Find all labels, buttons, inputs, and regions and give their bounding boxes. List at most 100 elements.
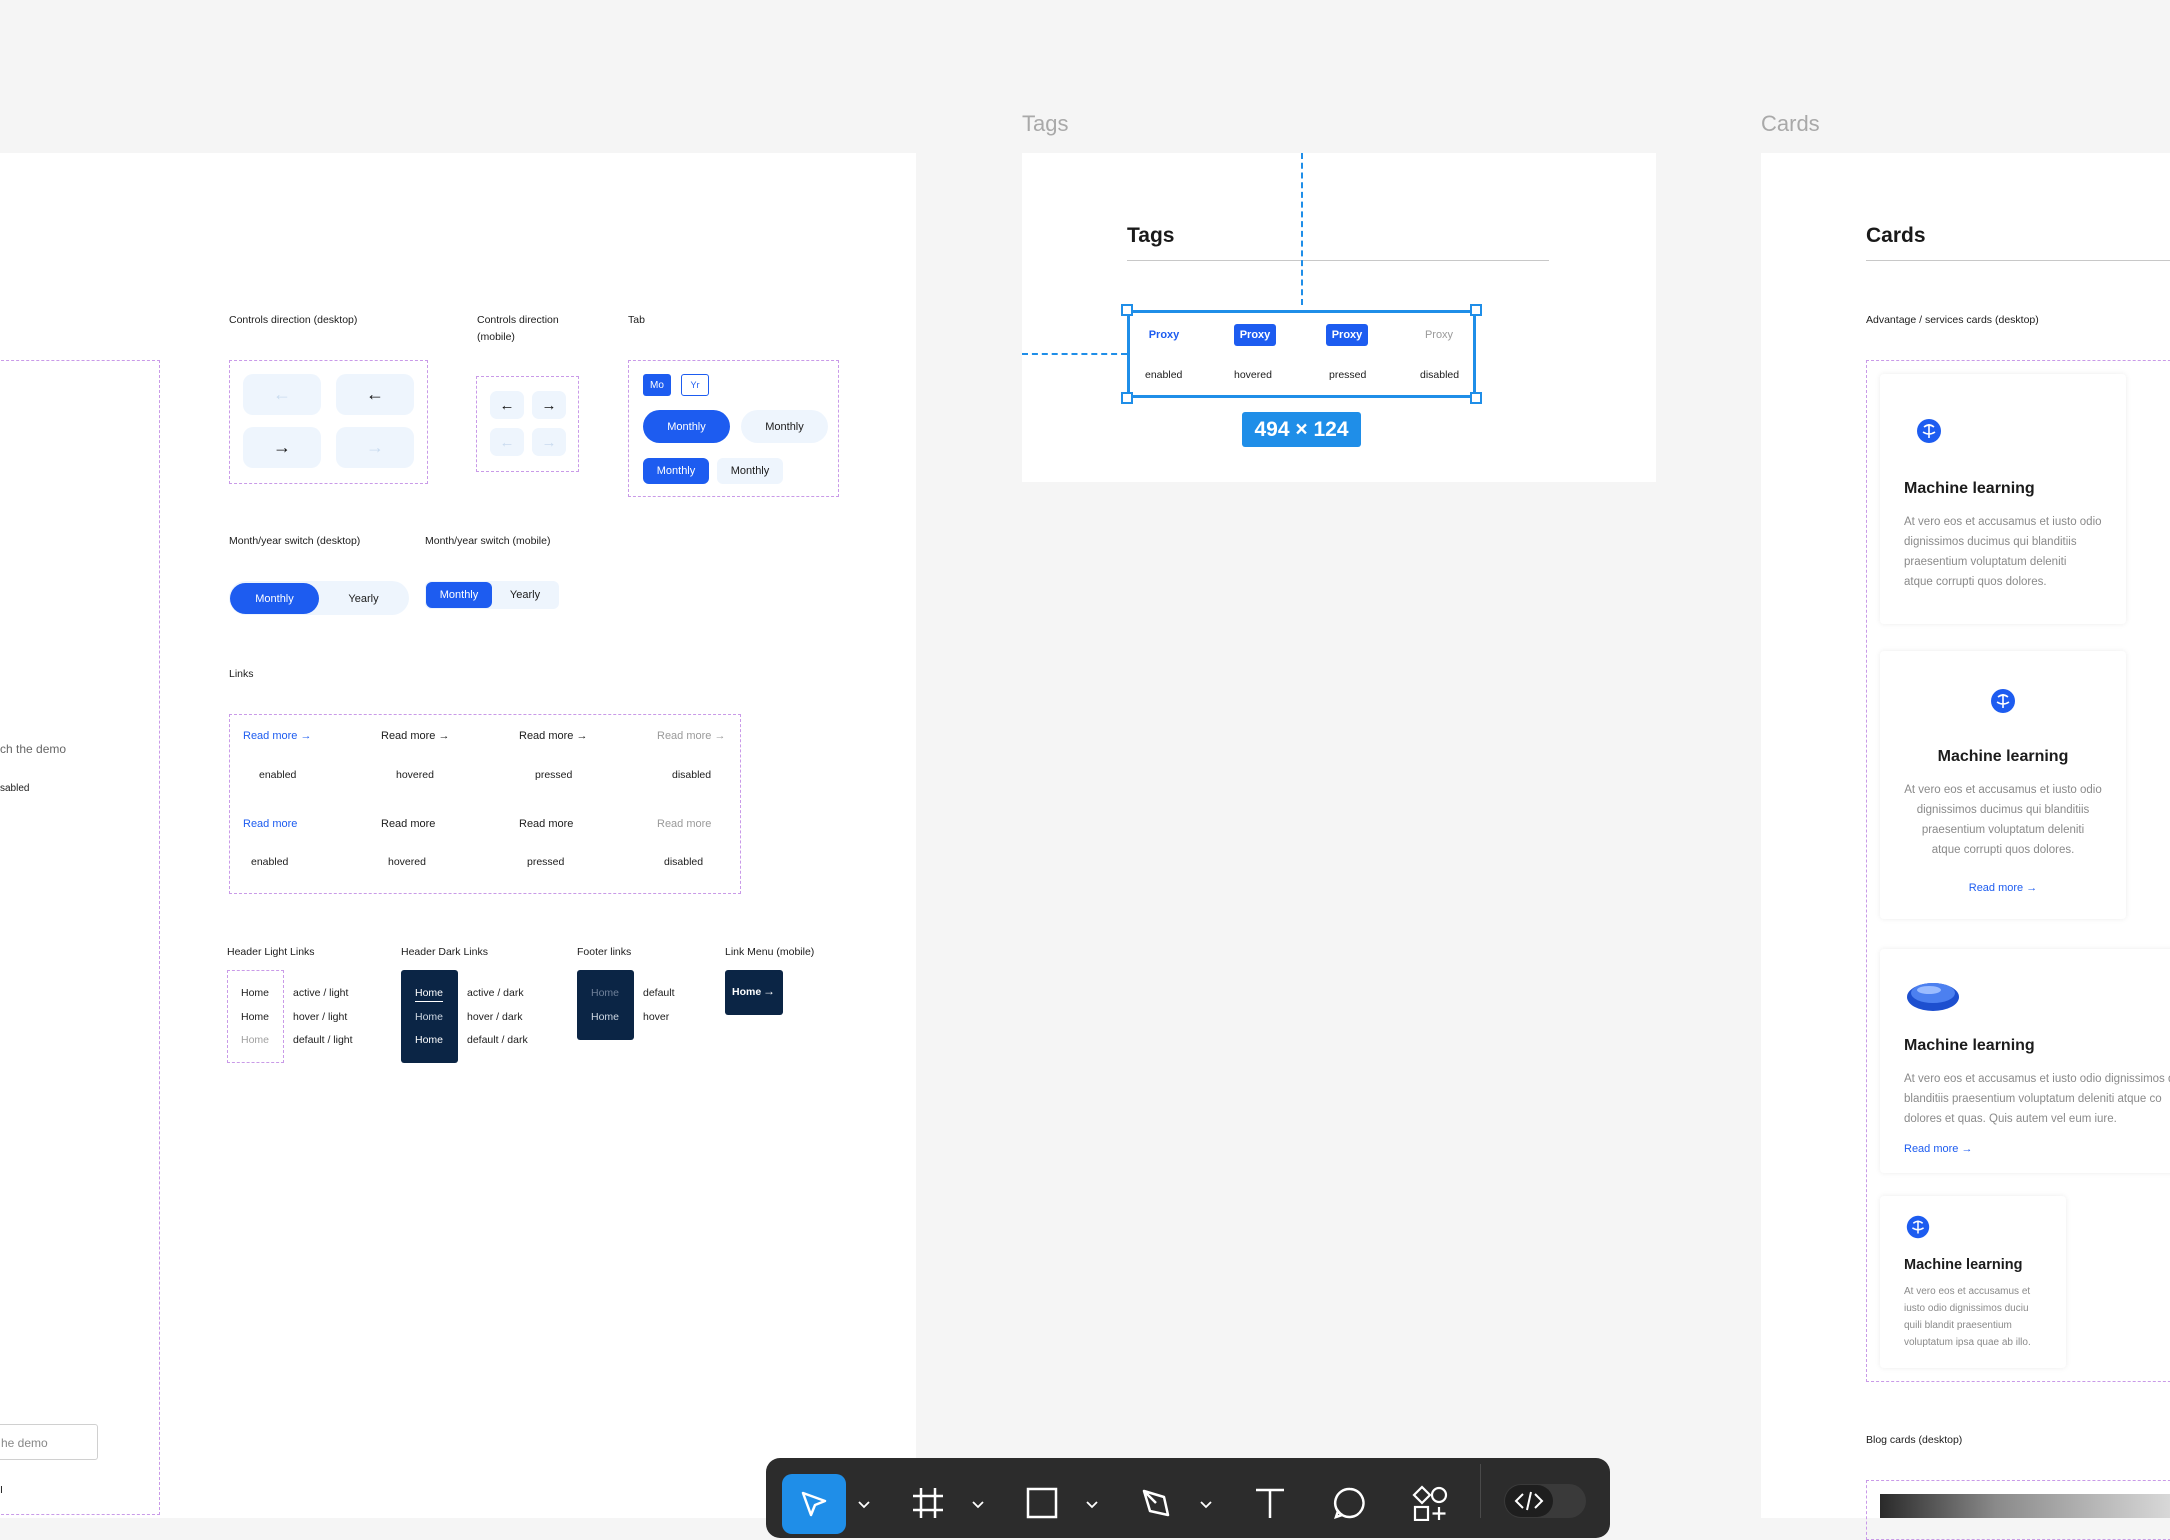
state-label: pressed xyxy=(527,856,565,868)
tab-monthly[interactable]: Monthly xyxy=(741,410,828,443)
next-control-mobile[interactable]: → xyxy=(532,391,566,419)
tag-enabled[interactable]: Proxy xyxy=(1143,324,1185,346)
link-menu-mobile[interactable]: Home → xyxy=(725,970,783,1015)
nav-home-default-dark[interactable]: Home xyxy=(415,1034,443,1046)
state-label: default xyxy=(643,987,675,999)
arrow-right-icon: → xyxy=(714,730,726,742)
card-read-more-link[interactable]: Read more → xyxy=(1880,882,2126,894)
rectangle-icon xyxy=(1026,1487,1058,1519)
state-label: default / light xyxy=(293,1034,353,1046)
cards-frame-title[interactable]: Cards xyxy=(1761,111,1820,137)
resize-handle-br[interactable] xyxy=(1470,392,1482,404)
footer-home-hover[interactable]: Home xyxy=(591,1011,619,1023)
prev-control[interactable]: ← xyxy=(336,374,414,415)
menu-home-text: Home xyxy=(732,986,762,998)
tab-short-mo[interactable]: Mo xyxy=(643,374,671,396)
pen-tool-dropdown[interactable] xyxy=(1194,1490,1218,1520)
header-dark-label: Header Dark Links xyxy=(401,946,488,958)
resize-handle-bl[interactable] xyxy=(1121,392,1133,404)
link-text: Read more xyxy=(381,730,436,742)
partial-text: I xyxy=(0,1484,3,1496)
tag-hovered[interactable]: Proxy xyxy=(1234,324,1276,346)
switch-desktop-yearly[interactable]: Yearly xyxy=(320,583,407,614)
dev-mode-toggle[interactable] xyxy=(1504,1484,1586,1518)
switch-desktop-monthly[interactable]: Monthly xyxy=(230,583,319,614)
controls-desktop-label: Controls direction (desktop) xyxy=(229,314,358,326)
read-more-plain-disabled: Read more xyxy=(657,818,712,830)
card-text: At vero eos et accusamus et iusto odio d… xyxy=(1904,512,2102,592)
pen-tool-button[interactable] xyxy=(1128,1478,1184,1528)
prev-control-mobile[interactable]: ← xyxy=(490,391,524,419)
move-tool-dropdown[interactable] xyxy=(852,1490,876,1520)
card-read-more-link[interactable]: Read more → xyxy=(1904,1143,1972,1155)
partial-text: sabled xyxy=(0,783,30,794)
state-label: default / dark xyxy=(467,1034,528,1046)
prev-control-mobile-disabled[interactable]: ← xyxy=(490,428,524,456)
card-text-line: voluptatum ipsa quae ab illo. xyxy=(1904,1337,2031,1348)
text-tool-button[interactable] xyxy=(1242,1478,1298,1528)
shape-tool-dropdown[interactable] xyxy=(1080,1490,1104,1520)
state-label: enabled xyxy=(251,856,289,868)
switch-mobile-yearly[interactable]: Yearly xyxy=(492,582,558,608)
read-more-link-pressed[interactable]: Read more → xyxy=(519,730,587,742)
tab-short-yr[interactable]: Yr xyxy=(681,374,709,396)
frame-tool-dropdown[interactable] xyxy=(966,1490,990,1520)
components-icon xyxy=(1412,1485,1448,1521)
arrow-right-icon: → xyxy=(576,730,588,742)
nav-home-active-light[interactable]: Home xyxy=(241,987,269,999)
cards-section-label: Advantage / services cards (desktop) xyxy=(1866,314,2039,326)
card-title: Machine learning xyxy=(1937,748,2069,765)
nav-home-default-light[interactable]: Home xyxy=(241,1034,269,1046)
frame-icon xyxy=(913,1488,943,1518)
partial-demo-input[interactable]: he demo xyxy=(0,1424,98,1460)
state-label: hover xyxy=(643,1011,670,1023)
tab-monthly-small-active[interactable]: Monthly xyxy=(643,458,709,484)
read-more-plain-hovered[interactable]: Read more xyxy=(381,818,435,830)
state-label: hovered xyxy=(388,856,426,868)
switch-mobile-monthly[interactable]: Monthly xyxy=(426,582,492,608)
next-control-mobile-disabled[interactable]: → xyxy=(532,428,566,456)
link-menu-mobile-label: Link Menu (mobile) xyxy=(725,946,815,958)
nav-home-hover-light[interactable]: Home xyxy=(241,1011,269,1023)
prev-control-disabled[interactable]: ← xyxy=(243,374,321,415)
card-text-line: dignissimos ducimus qui blanditiis xyxy=(1916,804,2090,816)
cards-heading: Cards xyxy=(1866,224,1926,247)
arrow-left-icon: ← xyxy=(366,384,384,404)
state-label: disabled xyxy=(664,856,704,868)
partial-dashed-group xyxy=(0,360,160,1515)
partial-input-text: he demo xyxy=(1,1436,48,1450)
read-more-link-enabled[interactable]: Read more → xyxy=(243,730,311,742)
resize-handle-tr[interactable] xyxy=(1470,304,1482,316)
components-tool-button[interactable] xyxy=(1402,1478,1458,1528)
blog-cards-label: Blog cards (desktop) xyxy=(1866,1434,1963,1446)
card-text: At vero eos et accusamus et iusto odio d… xyxy=(1904,1283,2031,1351)
footer-home-default[interactable]: Home xyxy=(591,987,619,999)
state-label: pressed xyxy=(1329,369,1367,381)
read-more-plain-enabled[interactable]: Read more xyxy=(243,818,297,830)
frame-tool-button[interactable] xyxy=(900,1478,956,1528)
comment-tool-button[interactable] xyxy=(1322,1478,1378,1528)
next-control-disabled[interactable]: → xyxy=(336,427,414,468)
move-tool-button[interactable] xyxy=(782,1474,846,1534)
blog-card-image[interactable] xyxy=(1880,1494,2170,1518)
state-label: hovered xyxy=(1234,369,1272,381)
resize-handle-tl[interactable] xyxy=(1121,304,1133,316)
tag-pressed[interactable]: Proxy xyxy=(1326,324,1368,346)
card-text-line: iusto odio dignissimos duciu xyxy=(1904,1303,2029,1314)
tags-frame-title[interactable]: Tags xyxy=(1022,111,1068,137)
horizontal-guide xyxy=(1022,353,1127,355)
nav-home-hover-dark[interactable]: Home xyxy=(415,1011,443,1023)
shape-tool-button[interactable] xyxy=(1014,1478,1070,1528)
nav-home-active-dark[interactable]: Home xyxy=(415,987,444,1002)
card-title: Machine learning xyxy=(1904,480,2035,497)
read-more-link-disabled: Read more → xyxy=(657,730,725,742)
tab-monthly-active[interactable]: Monthly xyxy=(643,410,730,443)
arrow-right-icon: → xyxy=(438,730,450,742)
comment-icon xyxy=(1333,1487,1365,1519)
tab-monthly-small[interactable]: Monthly xyxy=(717,458,783,484)
next-control[interactable]: → xyxy=(243,427,321,468)
card-text: At vero eos et accusamus et iusto odio d… xyxy=(1904,1069,2170,1129)
read-more-link-hovered[interactable]: Read more → xyxy=(381,730,449,742)
arrow-right-icon: → xyxy=(300,730,312,742)
read-more-plain-pressed[interactable]: Read more xyxy=(519,818,573,830)
